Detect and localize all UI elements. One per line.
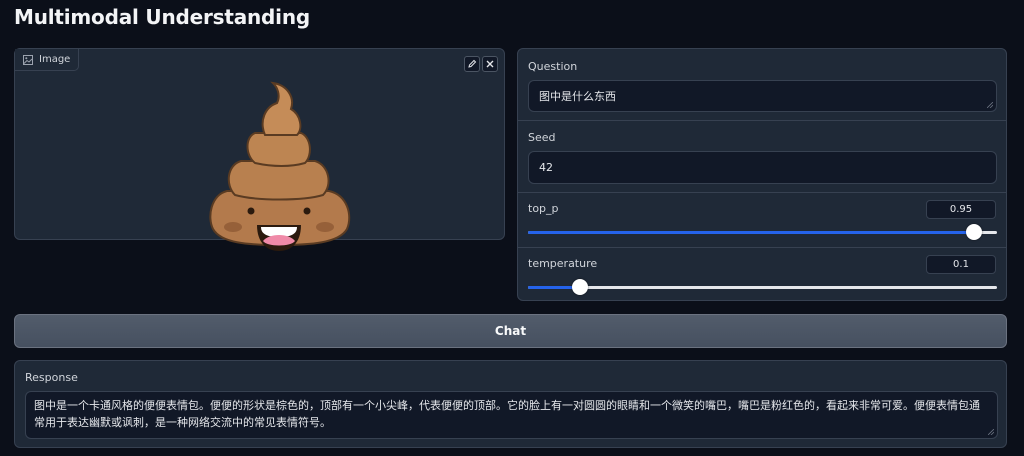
top-p-slider[interactable] <box>528 224 997 240</box>
parameters-panel: Question 图中是什么东西 Seed 42 top_p 0.95 temp… <box>517 48 1007 301</box>
response-textarea[interactable]: 图中是一个卡通风格的便便表情包。便便的形状是棕色的，顶部有一个小尖峰，代表便便的… <box>25 391 998 439</box>
top-p-block: top_p 0.95 <box>518 193 1006 248</box>
resize-grip-icon[interactable] <box>987 102 993 108</box>
image-label: Image <box>15 49 80 71</box>
temperature-slider-thumb[interactable] <box>571 279 588 295</box>
temperature-number-input[interactable]: 0.1 <box>926 255 996 274</box>
temperature-label: temperature <box>528 257 598 270</box>
temperature-slider[interactable] <box>528 279 997 295</box>
top-p-label: top_p <box>528 202 559 215</box>
top-p-number-input[interactable]: 0.95 <box>926 200 996 219</box>
image-panel[interactable]: Image <box>14 48 505 251</box>
seed-label: Seed <box>528 131 556 144</box>
seed-input[interactable]: 42 <box>528 151 997 184</box>
resize-grip-icon[interactable] <box>988 429 994 435</box>
page-title: Multimodal Understanding <box>14 5 310 29</box>
poop-emoji-image <box>209 81 351 251</box>
response-value: 图中是一个卡通风格的便便表情包。便便的形状是棕色的，顶部有一个小尖峰，代表便便的… <box>34 399 980 429</box>
response-panel: Response 图中是一个卡通风格的便便表情包。便便的形状是棕色的，顶部有一个… <box>14 360 1007 448</box>
seed-value: 42 <box>539 161 553 174</box>
question-label: Question <box>528 60 578 73</box>
response-label: Response <box>25 371 78 384</box>
question-value: 图中是什么东西 <box>539 90 616 103</box>
question-input[interactable]: 图中是什么东西 <box>528 80 997 112</box>
pencil-icon <box>468 59 477 68</box>
top-p-slider-thumb[interactable] <box>965 224 982 240</box>
edit-image-button[interactable] <box>464 56 480 72</box>
chat-button[interactable]: Chat <box>14 314 1007 348</box>
temperature-block: temperature 0.1 <box>518 248 1006 300</box>
seed-block: Seed 42 <box>518 121 1006 193</box>
question-block: Question 图中是什么东西 <box>518 49 1006 121</box>
image-label-text: Image <box>39 54 71 65</box>
image-icon <box>23 54 33 65</box>
clear-image-button[interactable] <box>482 56 498 72</box>
top-p-slider-fill <box>528 231 974 234</box>
close-icon <box>486 60 494 68</box>
